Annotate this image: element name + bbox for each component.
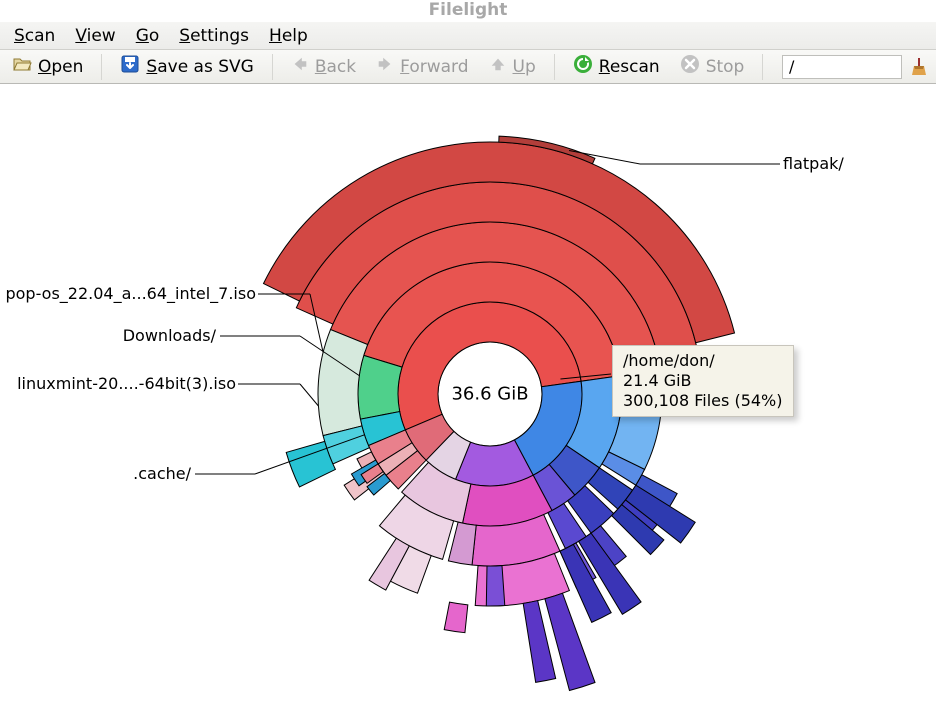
rescan-button[interactable]: Rescan	[567, 52, 666, 81]
open-label: Open	[38, 57, 83, 77]
window-title: Filelight	[429, 0, 508, 20]
toolbar-separator	[762, 54, 763, 80]
menu-bar: Scan View Go Settings Help	[0, 21, 936, 50]
tooltip-path: /home/don/	[623, 351, 783, 371]
stop-icon	[680, 54, 700, 79]
save-svg-label: Save as SVG	[146, 57, 253, 77]
toolbar: Open Save as SVG Back Forward Up Rescan	[0, 50, 936, 84]
save-icon	[120, 54, 140, 79]
forward-button: Forward	[370, 53, 474, 80]
menu-help[interactable]: Help	[261, 24, 316, 48]
center-size-label: 36.6 GiB	[451, 384, 528, 405]
clear-location-icon[interactable]	[908, 56, 930, 78]
label-linuxmint-iso: linuxmint-20....-64bit(3).iso	[17, 374, 236, 393]
menu-settings[interactable]: Settings	[171, 24, 257, 48]
stop-label: Stop	[706, 57, 745, 77]
back-button: Back	[285, 53, 362, 80]
label-flatpak: flatpak/	[783, 154, 844, 173]
toolbar-separator	[554, 54, 555, 80]
tooltip-size: 21.4 GiB	[623, 371, 783, 391]
menu-scan[interactable]: Scan	[6, 24, 63, 48]
title-bar: Filelight	[0, 0, 936, 21]
toolbar-separator	[272, 54, 273, 80]
arrow-up-icon	[489, 55, 507, 78]
rescan-label: Rescan	[599, 57, 660, 77]
tooltip-files: 300,108 Files (54%)	[623, 391, 783, 411]
arrow-left-icon	[291, 55, 309, 78]
refresh-icon	[573, 54, 593, 79]
back-label: Back	[315, 57, 356, 77]
save-svg-button[interactable]: Save as SVG	[114, 52, 259, 81]
label-cache: .cache/	[133, 464, 191, 483]
stop-button: Stop	[674, 52, 751, 81]
arrow-right-icon	[376, 55, 394, 78]
menu-view[interactable]: View	[67, 24, 123, 48]
up-button: Up	[483, 53, 542, 80]
location-input[interactable]	[782, 55, 902, 79]
hover-tooltip: /home/don/ 21.4 GiB 300,108 Files (54%)	[612, 345, 794, 417]
open-button[interactable]: Open	[6, 52, 89, 81]
chart-area[interactable]: 36.6 GiB flatpak/ pop-os_22.04_a...64_in…	[0, 84, 936, 702]
label-pop-os-iso: pop-os_22.04_a...64_intel_7.iso	[5, 284, 256, 303]
menu-go[interactable]: Go	[128, 24, 168, 48]
document-open-icon	[12, 54, 32, 79]
label-downloads: Downloads/	[123, 326, 216, 345]
location-bar	[782, 55, 930, 79]
up-label: Up	[513, 57, 536, 77]
forward-label: Forward	[400, 57, 468, 77]
toolbar-separator	[101, 54, 102, 80]
